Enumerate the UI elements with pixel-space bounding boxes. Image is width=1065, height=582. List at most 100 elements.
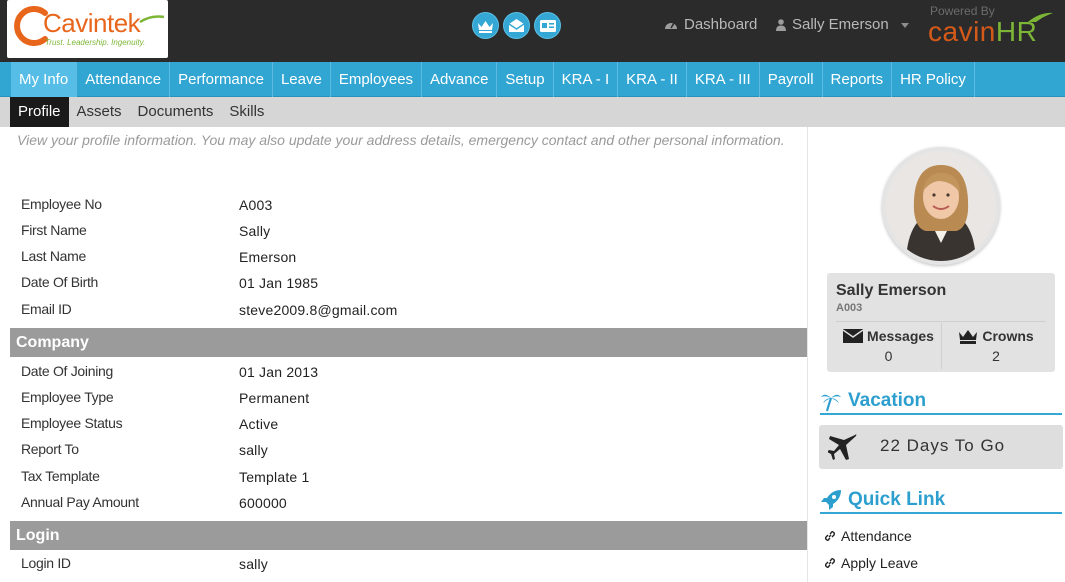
link-icon [824, 557, 836, 569]
nav-kra-3[interactable]: KRA - III [687, 62, 760, 97]
nav-employees[interactable]: Employees [331, 62, 423, 97]
field-label: Tax Template [21, 468, 100, 484]
crown-icon[interactable] [472, 12, 499, 39]
link-icon [824, 530, 836, 542]
top-header: Cavintek Trust. Leadership. Ingenuity. D… [0, 0, 1065, 62]
nav-payroll[interactable]: Payroll [760, 62, 823, 97]
crown-icon [959, 330, 978, 344]
field-label: Report To [21, 441, 79, 457]
product-logo-text: cavinHR [928, 16, 1037, 48]
field-value: sally [239, 442, 269, 458]
profile-employee-id: A003 [836, 302, 863, 314]
field-label: Employee No [21, 196, 102, 212]
profile-sidebar: Sally Emerson A003 Messages 0 Crowns 2 V… [807, 127, 1065, 582]
field-value: Emerson [239, 249, 297, 265]
tab-skills[interactable]: Skills [221, 97, 272, 127]
user-icon [776, 18, 786, 31]
nav-leave[interactable]: Leave [273, 62, 331, 97]
field-row-email-id: Email ID steve2009.8@gmail.com [10, 301, 807, 327]
powered-by-logo: Powered By cavinHR [928, 4, 1058, 54]
quick-link-label: Apply Leave [841, 555, 919, 571]
sub-navigation: Profile Assets Documents Skills [0, 97, 1065, 127]
profile-summary-card: Sally Emerson A003 Messages 0 Crowns 2 [827, 273, 1055, 372]
avatar[interactable] [882, 147, 1000, 265]
field-row-report-to: Report To sally [10, 441, 807, 467]
crowns-count: 2 [992, 348, 1000, 364]
dashboard-gauge-icon [665, 22, 677, 29]
messages-count: 0 [884, 348, 893, 364]
field-label: Employee Status [21, 415, 123, 431]
logo-swoosh-icon [139, 15, 165, 24]
leaf-swoosh-icon [1028, 12, 1053, 22]
logo-tagline: Trust. Leadership. Ingenuity. [45, 38, 146, 47]
field-value: steve2009.8@gmail.com [239, 302, 398, 318]
header-quick-icons [472, 12, 561, 42]
nav-kra-1[interactable]: KRA - I [554, 62, 619, 97]
user-name-label: Sally Emerson [792, 16, 889, 33]
tab-assets[interactable]: Assets [69, 97, 130, 127]
user-menu-dropdown[interactable]: Sally Emerson [776, 16, 909, 33]
avatar-portrait-icon [886, 151, 996, 261]
nav-performance[interactable]: Performance [170, 62, 273, 97]
messages-label: Messages [867, 328, 934, 344]
field-row-annual-pay-amount: Annual Pay Amount 600000 [10, 494, 807, 520]
crowns-label: Crowns [982, 328, 1034, 344]
profile-content: View your profile information. You may a… [10, 127, 807, 582]
field-row-last-name: Last Name Emerson [10, 248, 807, 274]
field-value: Template 1 [239, 469, 310, 485]
envelope-icon [843, 329, 864, 343]
id-card-icon[interactable] [534, 12, 561, 39]
vacation-countdown-box: 22 Days To Go [819, 425, 1063, 469]
field-value: A003 [239, 197, 273, 213]
section-heading-company: Company [10, 328, 807, 357]
profile-intro-text: View your profile information. You may a… [17, 132, 785, 148]
field-label: Date Of Joining [21, 363, 113, 379]
field-value: 600000 [239, 495, 287, 511]
field-value: Sally [239, 223, 271, 239]
nav-hr-policy[interactable]: HR Policy [892, 62, 975, 97]
field-value: Permanent [239, 390, 310, 406]
nav-advance[interactable]: Advance [422, 62, 498, 97]
airplane-icon [828, 434, 857, 460]
tab-documents[interactable]: Documents [130, 97, 222, 127]
dashboard-link[interactable]: Dashboard [664, 16, 757, 33]
quick-link-heading: Quick Link [820, 488, 1062, 514]
field-row-date-of-birth: Date Of Birth 01 Jan 1985 [10, 274, 807, 300]
nav-setup[interactable]: Setup [497, 62, 554, 97]
field-row-date-of-joining: Date Of Joining 01 Jan 2013 [10, 363, 807, 389]
nav-reports[interactable]: Reports [823, 62, 893, 97]
product-name-main: cavin [928, 16, 996, 47]
field-row-employee-status: Employee Status Active [10, 415, 807, 441]
field-value: sally [239, 556, 269, 572]
field-row-employee-type: Employee Type Permanent [10, 389, 807, 415]
profile-name: Sally Emerson [836, 282, 947, 299]
vacation-heading: Vacation [820, 389, 1062, 415]
field-value: Active [239, 416, 279, 432]
nav-kra-2[interactable]: KRA - II [618, 62, 687, 97]
field-label: Annual Pay Amount [21, 494, 139, 510]
vacation-days-text: 22 Days To Go [880, 436, 1006, 455]
crowns-stat[interactable]: Crowns 2 [943, 323, 1049, 369]
section-heading-login: Login [10, 521, 807, 550]
company-logo[interactable]: Cavintek Trust. Leadership. Ingenuity. [7, 0, 168, 58]
chevron-down-icon [900, 23, 909, 28]
quick-link-attendance[interactable]: Attendance [824, 528, 912, 544]
nav-my-info[interactable]: My Info [11, 62, 78, 97]
field-label: Date Of Birth [21, 274, 99, 290]
nav-attendance[interactable]: Attendance [77, 62, 171, 97]
field-row-login-id: Login ID sally [10, 555, 807, 581]
dashboard-label: Dashboard [684, 16, 758, 33]
envelope-icon[interactable] [503, 12, 530, 39]
field-label: Email ID [21, 301, 72, 317]
quick-link-label: Attendance [841, 528, 912, 544]
tab-profile[interactable]: Profile [10, 97, 69, 127]
messages-stat[interactable]: Messages 0 [836, 323, 942, 369]
field-row-employee-no: Employee No A003 [10, 196, 807, 222]
field-row-tax-template: Tax Template Template 1 [10, 468, 807, 494]
logo-name: Cavintek [43, 8, 141, 38]
field-value: 01 Jan 2013 [239, 364, 319, 380]
rocket-icon [821, 490, 841, 510]
field-label: Login ID [21, 555, 71, 571]
quick-link-apply-leave[interactable]: Apply Leave [824, 555, 918, 571]
field-row-first-name: First Name Sally [10, 222, 807, 248]
